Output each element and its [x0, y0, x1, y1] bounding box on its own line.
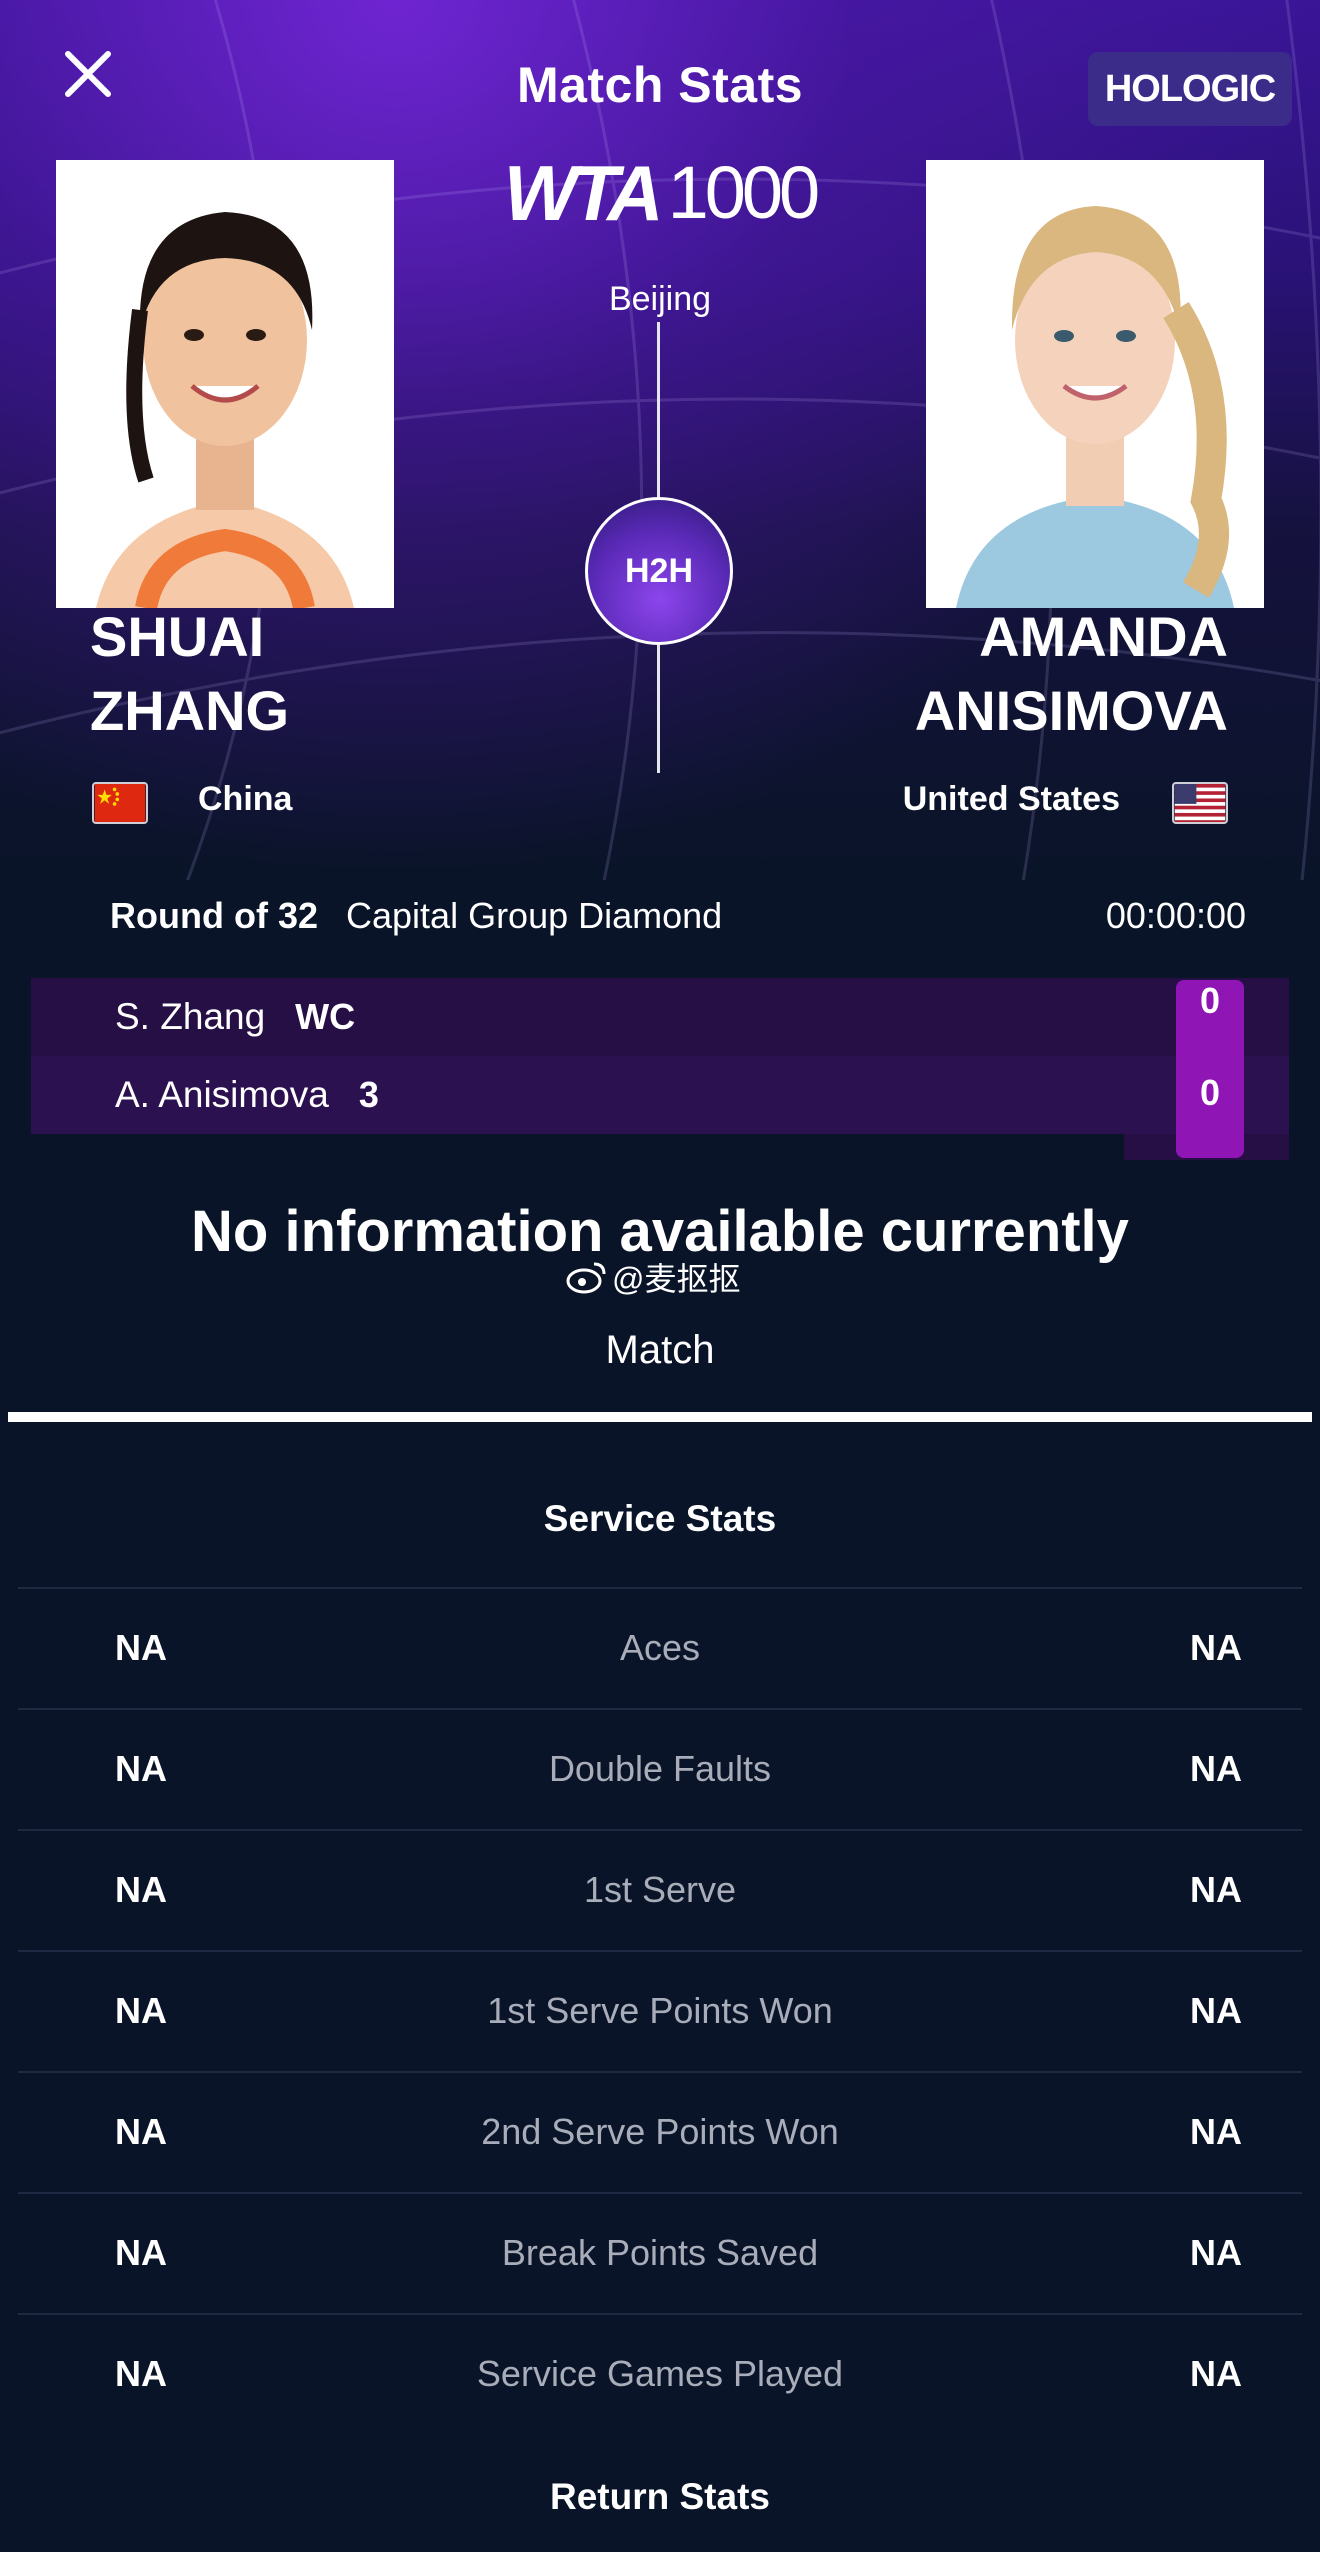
watermark-text: @麦抠抠: [612, 1261, 741, 1297]
scoreboard-row-player-2: A. Anisimova 3: [31, 1056, 1289, 1134]
player-2-first-name: AMANDA: [979, 605, 1228, 668]
stat-row-service-games-played: NA Service Games Played NA: [18, 2313, 1302, 2434]
tournament-city: Beijing: [608, 280, 712, 318]
service-stats-title: Service Stats: [543, 1498, 777, 1539]
stat-right-value: NA: [1190, 2232, 1242, 2273]
stat-row-double-faults: NA Double Faults NA: [18, 1708, 1302, 1829]
h2h-button[interactable]: H2H: [585, 497, 733, 645]
player-1-portrait-image: [56, 160, 394, 608]
stat-row-second-serve-points-won: NA 2nd Serve Points Won NA: [18, 2071, 1302, 2192]
scoreboard-player-1-name: S. Zhang: [115, 996, 266, 1037]
stat-label: 2nd Serve Points Won: [481, 2111, 839, 2152]
tournament-tier: 1000: [667, 151, 821, 234]
match-duration: 00:00:00: [1105, 895, 1246, 936]
player-1-first-name: SHUAI: [90, 605, 265, 668]
watermark: @麦抠抠: [566, 1254, 741, 1300]
scoreboard-player-1-score: 0: [1199, 980, 1221, 1021]
stat-right-value: NA: [1190, 1869, 1242, 1910]
player-2-portrait-image: [926, 160, 1264, 608]
wta-logo-text: WTA: [503, 149, 664, 237]
stat-row-break-points-saved: NA Break Points Saved NA: [18, 2192, 1302, 2313]
scoreboard-player-2-score: 0: [1199, 1072, 1221, 1113]
scoreboard-row-player-1: S. Zhang WC: [31, 978, 1289, 1056]
stat-label: 1st Serve Points Won: [487, 1990, 833, 2031]
page-title: Match Stats: [516, 57, 804, 113]
return-stats-title: Return Stats: [550, 2476, 770, 2517]
stat-right-value: NA: [1190, 2353, 1242, 2394]
stat-right-value: NA: [1190, 1748, 1242, 1789]
stat-row-aces: NA Aces NA: [18, 1587, 1302, 1708]
scoreboard-player-2-seed: 3: [358, 1074, 379, 1115]
scoreboard-player-2-name: A. Anisimova: [115, 1074, 329, 1115]
usa-flag-icon: [1172, 782, 1228, 824]
divider-line-bottom: [657, 645, 660, 773]
tab-match[interactable]: Match: [560, 1328, 760, 1373]
sponsor-logo: HOLOGIC: [1088, 52, 1292, 126]
player-2-name[interactable]: AMANDA ANISIMOVA: [915, 600, 1228, 748]
tournament-logo: WTA 1000: [500, 152, 820, 234]
player-1-name[interactable]: SHUAI ZHANG: [90, 600, 289, 748]
stat-right-value: NA: [1190, 1990, 1242, 2031]
scoreboard: S. Zhang WC A. Anisimova 3: [31, 978, 1289, 1134]
player-2-photo[interactable]: [926, 160, 1264, 608]
player-2-last-name: ANISIMOVA: [914, 679, 1228, 742]
stat-label: Aces: [619, 1627, 701, 1668]
stat-right-value: NA: [1190, 2111, 1242, 2152]
stat-row-first-serve: NA 1st Serve NA: [18, 1829, 1302, 1950]
weibo-icon: [566, 1262, 606, 1294]
match-court: Capital Group Diamond: [346, 895, 723, 936]
stat-label: Break Points Saved: [501, 2232, 819, 2273]
close-icon: [65, 51, 111, 97]
stat-label: Service Games Played: [476, 2353, 844, 2394]
player-1-last-name: ZHANG: [90, 679, 290, 742]
china-flag-icon: [92, 782, 148, 824]
divider-line-top: [657, 322, 660, 497]
stat-row-first-serve-points-won: NA 1st Serve Points Won NA: [18, 1950, 1302, 2071]
player-1-country: China: [198, 780, 293, 818]
close-button[interactable]: [56, 42, 120, 106]
stat-label: 1st Serve: [583, 1869, 737, 1910]
stat-right-value: NA: [1190, 1627, 1242, 1668]
tab-match-indicator: [8, 1412, 1312, 1422]
player-1-photo[interactable]: [56, 160, 394, 608]
stat-label: Double Faults: [548, 1748, 772, 1789]
scoreboard-player-1-seed: WC: [295, 996, 356, 1037]
match-round: Round of 32: [110, 895, 318, 936]
player-2-country: United States: [902, 780, 1120, 818]
